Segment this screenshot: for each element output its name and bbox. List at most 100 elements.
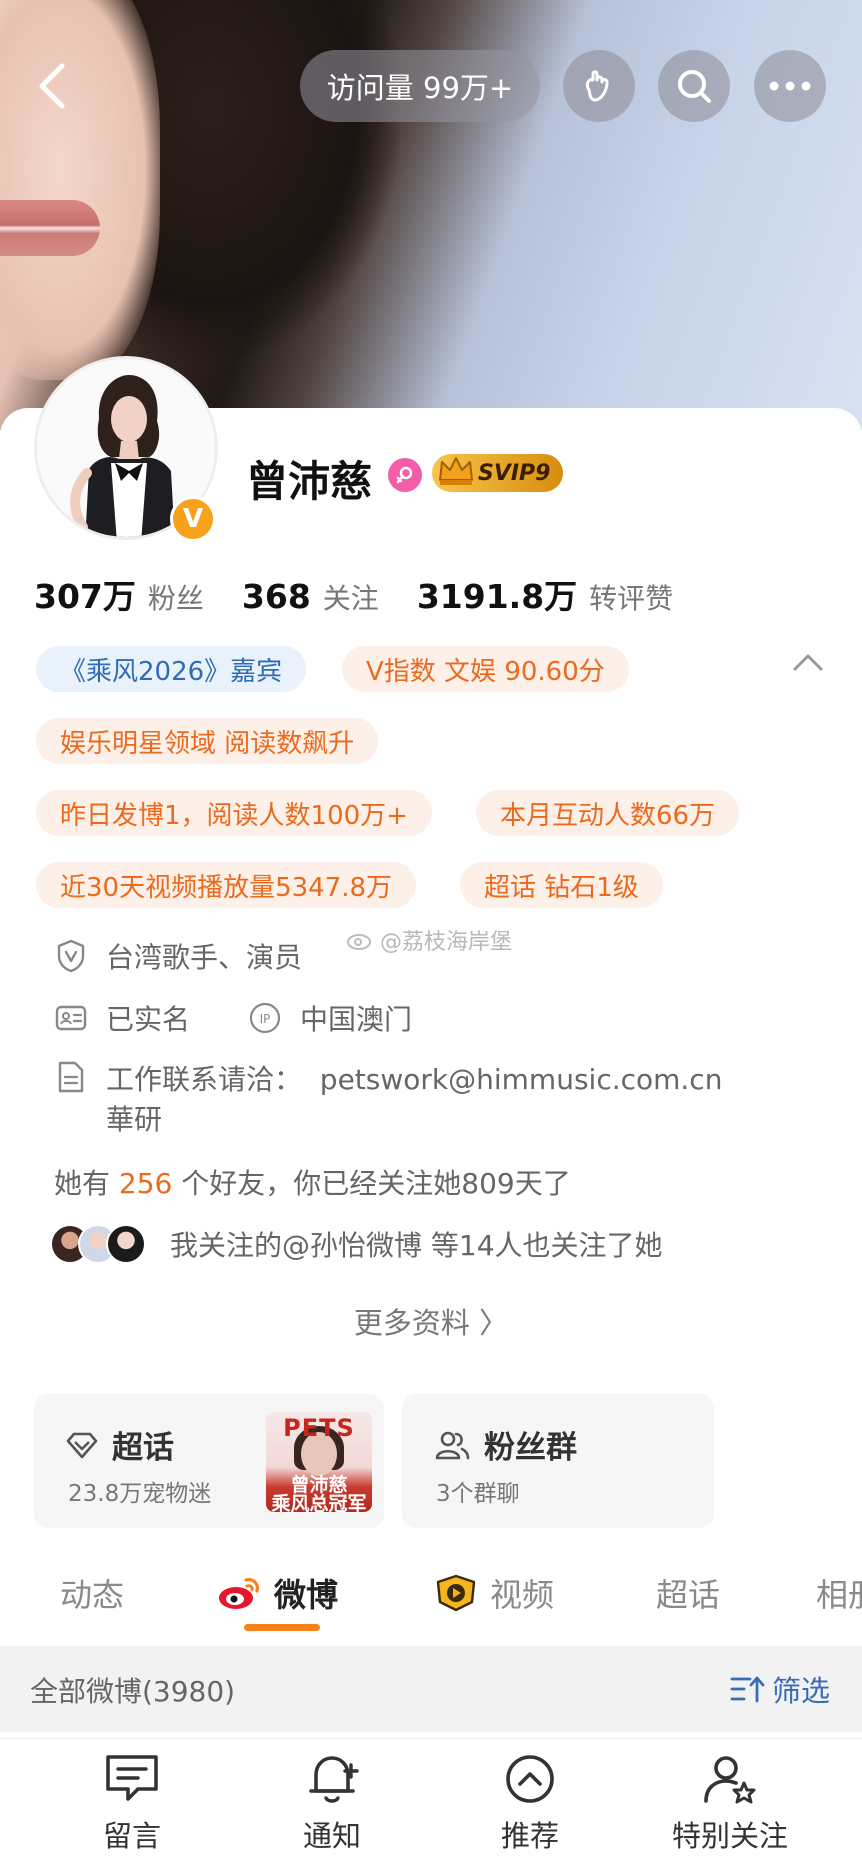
stat-label: 粉丝 xyxy=(147,582,204,615)
tag-video-plays[interactable]: 近30天视频播放量5347.8万 xyxy=(36,862,417,908)
svip-badge[interactable]: SVIP9 xyxy=(432,454,563,492)
verified-badge: V xyxy=(170,496,216,542)
stat-following[interactable]: 368 关注 xyxy=(242,577,379,617)
message-label: 留言 xyxy=(102,1819,161,1853)
stats-row: 307万 粉丝 368 关注 3191.8万 转评赞 xyxy=(34,570,711,618)
back-button[interactable] xyxy=(24,54,80,118)
tag-reading-rise[interactable]: 娱乐明星领域 阅读数飙升 xyxy=(36,718,379,764)
contact-row: 工作联系请洽： petswork@himmusic.com.cn 華研 xyxy=(54,1060,722,1140)
hug-button[interactable] xyxy=(563,50,635,122)
tab-label: 动态 xyxy=(60,1576,125,1614)
tag-daily-posts[interactable]: 昨日发博1，阅读人数100万+ xyxy=(36,790,432,836)
mutual-followers[interactable]: 我关注的@孙怡微博 等14人也关注了她 xyxy=(50,1224,663,1264)
visit-count-pill[interactable]: 访问量 99万+ xyxy=(300,50,540,122)
filter-button[interactable]: 筛选 xyxy=(730,1668,830,1710)
tab-weibo[interactable]: 微博 xyxy=(216,1570,338,1616)
more-button[interactable] xyxy=(754,50,826,122)
occupation-text: 台湾歌手、演员 xyxy=(106,941,303,974)
hand-heart-icon xyxy=(585,70,609,102)
more-info-link[interactable]: 更多资料 〉 xyxy=(0,1300,862,1342)
content-tabs: 动态 微博 视频 超话 相册 xyxy=(0,1560,862,1638)
chevron-up-circle-icon xyxy=(506,1755,554,1803)
stat-reposts-likes[interactable]: 3191.8万 转评赞 xyxy=(417,570,673,618)
tag-chaohua-level[interactable]: 超话 钻石1级 xyxy=(460,862,663,908)
svip-label: SVIP9 xyxy=(478,460,551,486)
special-follow-label: 特别关注 xyxy=(671,1819,788,1853)
tab-chaohua[interactable]: 超话 xyxy=(656,1570,720,1616)
bell-plus-icon xyxy=(309,1756,359,1803)
collapse-tags-icon[interactable] xyxy=(792,652,824,672)
fan-group-title-row: 粉丝群 xyxy=(434,1422,577,1467)
stat-label: 转评赞 xyxy=(589,582,674,615)
recommend-button[interactable]: 推荐 xyxy=(460,1753,600,1855)
more-dots-icon xyxy=(769,81,811,91)
friends-count: 256 xyxy=(118,1167,173,1200)
tag-v-index[interactable]: V指数 文娱 90.60分 xyxy=(342,646,629,692)
mutual-text: 我关注的@孙怡微博 等14人也关注了她 xyxy=(170,1229,663,1262)
search-icon xyxy=(678,70,711,103)
tab-label: 相册 xyxy=(816,1576,862,1614)
occupation-row: 台湾歌手、演员 xyxy=(54,936,302,976)
chaohua-card[interactable]: 超话 23.8万宠物迷 PETS 曾沛慈 乘风总冠军 xyxy=(34,1394,384,1528)
document-icon xyxy=(54,1060,88,1094)
ip-icon: IP xyxy=(248,1001,282,1035)
contact-text-label: 華研 xyxy=(106,1103,163,1136)
ip-location-row: IP 中国澳门 xyxy=(248,998,412,1038)
notify-button[interactable]: 通知 xyxy=(262,1753,402,1855)
message-icon xyxy=(106,1755,158,1801)
filter-bar: 全部微博(3980) 筛选 xyxy=(0,1646,862,1732)
id-card-icon xyxy=(54,1001,88,1035)
stat-label: 关注 xyxy=(322,582,379,615)
weibo-watermark-icon xyxy=(347,934,371,950)
filter-icon xyxy=(730,1676,765,1703)
stat-value: 368 xyxy=(241,577,311,616)
stat-value: 307万 xyxy=(34,577,136,616)
video-badge-icon xyxy=(434,1574,478,1612)
search-button[interactable] xyxy=(658,50,730,122)
chaohua-title: 超话 xyxy=(112,1430,174,1466)
friends-prefix: 她有 xyxy=(54,1167,119,1200)
tab-label: 超话 xyxy=(656,1576,721,1614)
weibo-logo-icon xyxy=(216,1574,262,1612)
real-name-row: 已实名 xyxy=(54,998,190,1038)
tab-album[interactable]: 相册 xyxy=(816,1570,862,1616)
chaohua-poster: PETS 曾沛慈 乘风总冠军 xyxy=(266,1412,372,1512)
chaohua-subtitle: 23.8万宠物迷 xyxy=(68,1481,212,1507)
watermark: @荔枝海岸堡 xyxy=(346,924,512,956)
fan-group-subtitle: 3个群聊 xyxy=(436,1481,520,1507)
friends-suffix: 个好友，你已经关注她809天了 xyxy=(172,1167,571,1200)
profile-name: 曾沛慈 xyxy=(246,457,373,506)
ip-location-text: 中国澳门 xyxy=(300,1003,413,1036)
chevron-left-icon xyxy=(39,63,65,109)
tab-feed[interactable]: 动态 xyxy=(60,1570,124,1616)
tab-video[interactable]: 视频 xyxy=(434,1570,554,1616)
all-posts-label[interactable]: 全部微博(3980) xyxy=(30,1670,235,1710)
fan-group-card[interactable]: 粉丝群 3个群聊 xyxy=(402,1394,714,1528)
poster-text: 乘风总冠军 xyxy=(271,1493,367,1513)
special-follow-button[interactable]: 特别关注 xyxy=(660,1753,800,1855)
fan-group-title: 粉丝群 xyxy=(484,1430,577,1466)
diamond-icon xyxy=(66,1431,98,1459)
bottom-action-bar: 留言 通知 推荐 特别关注 xyxy=(0,1738,862,1870)
tab-label: 视频 xyxy=(490,1576,555,1614)
female-icon xyxy=(388,458,422,492)
group-icon xyxy=(434,1430,470,1460)
tag-monthly-interaction[interactable]: 本月互动人数66万 xyxy=(476,790,740,836)
svg-text:IP: IP xyxy=(260,1012,271,1026)
stat-value: 3191.8万 xyxy=(416,577,578,616)
user-star-icon xyxy=(704,1756,756,1804)
crown-icon xyxy=(439,457,473,485)
mutual-avatar xyxy=(106,1224,146,1264)
cover-photo-lips xyxy=(0,200,100,256)
friends-line[interactable]: 她有 256 个好友，你已经关注她809天了 xyxy=(54,1162,571,1202)
poster-title: PETS xyxy=(283,1414,355,1442)
stat-followers[interactable]: 307万 粉丝 xyxy=(34,570,204,618)
shield-v-icon xyxy=(54,939,88,973)
message-button[interactable]: 留言 xyxy=(62,1753,202,1855)
filter-label: 筛选 xyxy=(772,1674,831,1708)
recommend-label: 推荐 xyxy=(500,1819,559,1853)
tag-guest[interactable]: 《乘风2026》嘉宾 xyxy=(36,646,307,692)
real-name-text: 已实名 xyxy=(106,1003,191,1036)
active-tab-indicator xyxy=(244,1624,320,1631)
tab-label: 微博 xyxy=(274,1576,339,1614)
